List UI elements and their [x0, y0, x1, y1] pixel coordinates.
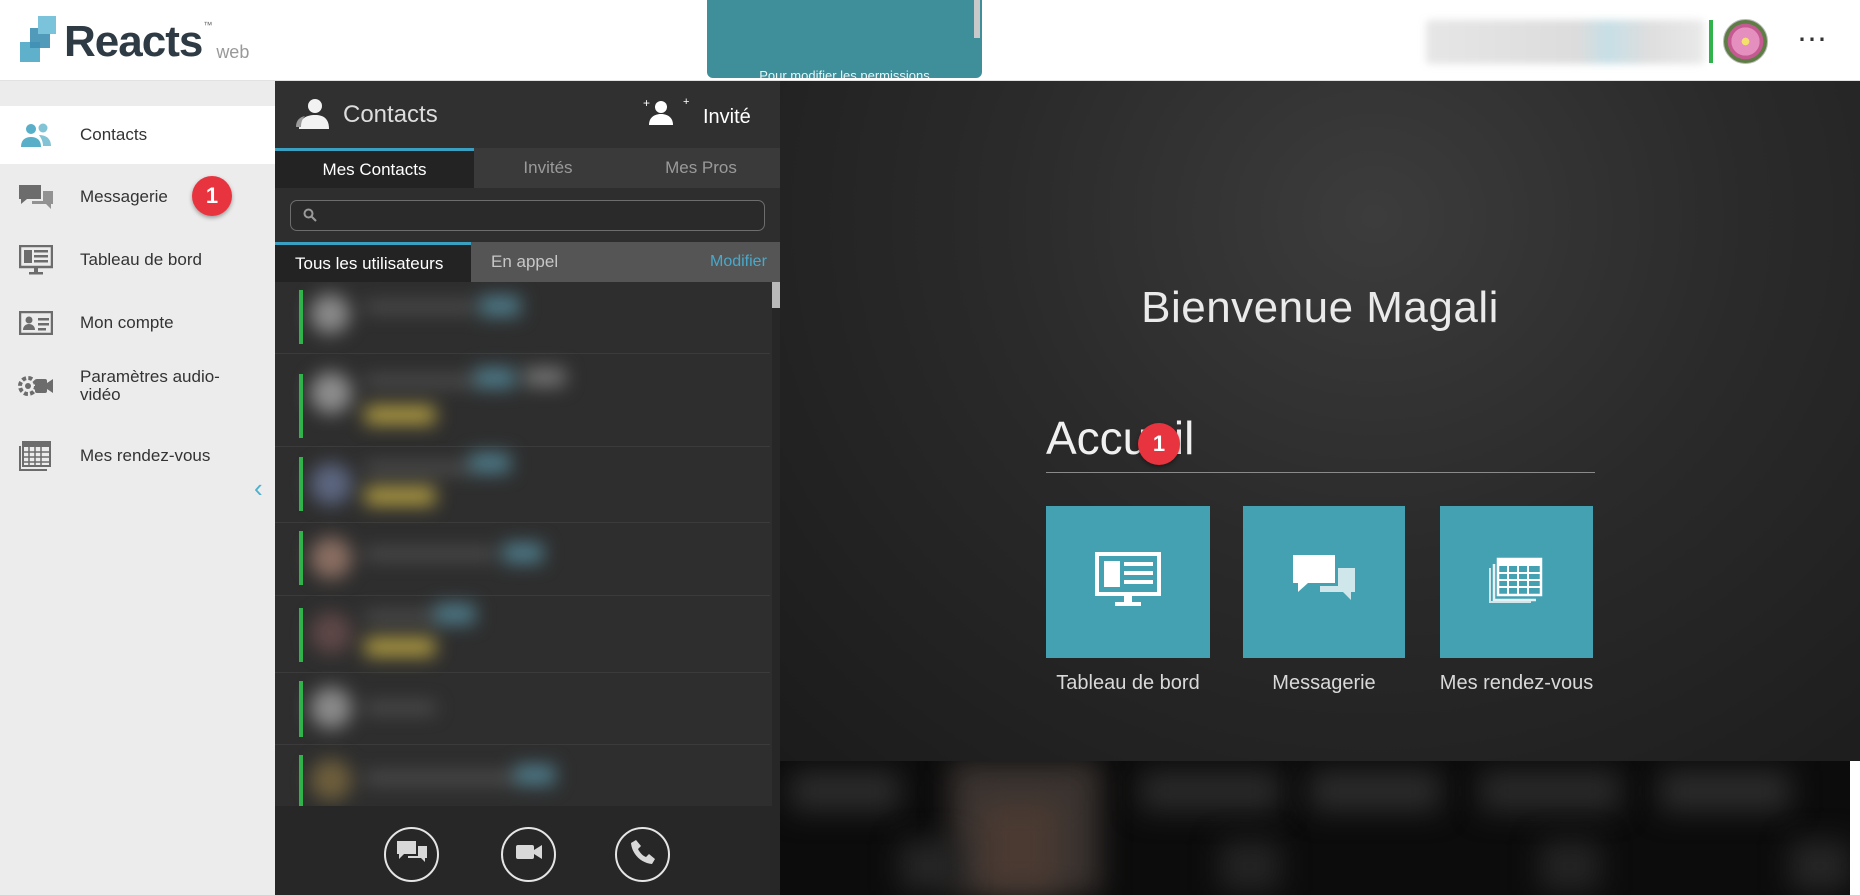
- tile-label: Tableau de bord: [1056, 672, 1200, 694]
- tab-invites[interactable]: Invités: [474, 148, 622, 188]
- chat-icon: [18, 182, 54, 212]
- sidebar-item-label: Contacts: [80, 125, 148, 144]
- avatar[interactable]: [1723, 19, 1768, 64]
- sidebar-item-messagerie[interactable]: Messagerie 1: [0, 168, 275, 226]
- add-person-icon: + +: [643, 96, 691, 132]
- blurred-contact: [275, 523, 770, 595]
- contacts-actions-bar: [275, 806, 780, 895]
- brand-trademark: ™: [203, 20, 213, 30]
- contact-filter-tabs: Tous les utilisateurs En appel Modifier: [275, 242, 780, 282]
- tab-mes-contacts[interactable]: Mes Contacts: [275, 148, 474, 188]
- video-call-button[interactable]: [501, 827, 556, 882]
- section-divider: [1046, 472, 1595, 473]
- chat-icon: [396, 840, 428, 869]
- tile-tableau-de-bord[interactable]: [1046, 506, 1210, 658]
- permissions-notice[interactable]: Pour modifier les permissions: [707, 0, 982, 78]
- tile-label: Messagerie: [1272, 672, 1376, 694]
- svg-text:+: +: [643, 97, 650, 110]
- user-name-blurred: [1426, 20, 1704, 64]
- blurred-contact: [275, 596, 770, 672]
- blurred-contact: [275, 745, 770, 806]
- scrollbar-thumb[interactable]: [772, 282, 780, 308]
- message-button[interactable]: [384, 827, 439, 882]
- phone-icon: [630, 839, 656, 870]
- list-item[interactable]: [275, 282, 770, 354]
- calendar-icon: [1488, 556, 1545, 609]
- unread-badge: 1: [192, 176, 232, 216]
- blurred-contact: [275, 354, 770, 446]
- contacts-panel: Contacts + + Invité Mes Contacts Invités …: [275, 81, 780, 895]
- brand-name: Reacts: [64, 17, 203, 66]
- presence-indicator: [1709, 20, 1713, 63]
- presence-indicator: [299, 290, 303, 344]
- chat-icon: [1292, 554, 1356, 611]
- brand-suffix: web: [216, 42, 250, 62]
- top-bar: Reacts ™ web Pour modifier les permissio…: [0, 0, 1860, 81]
- list-item[interactable]: [275, 523, 770, 596]
- search-input[interactable]: [327, 205, 757, 227]
- sidebar-item-contacts[interactable]: Contacts: [0, 106, 275, 164]
- unread-badge: 1: [1138, 423, 1180, 465]
- contacts-tabs: Mes Contacts Invités Mes Pros: [275, 148, 780, 188]
- presence-indicator: [299, 608, 303, 662]
- list-item[interactable]: [275, 596, 770, 673]
- presence-indicator: [299, 374, 303, 438]
- calendar-icon: [18, 441, 54, 471]
- collapse-sidebar-chevron-icon[interactable]: ‹: [254, 473, 263, 504]
- svg-text:+: +: [683, 97, 689, 108]
- tab-tous-les-utilisateurs[interactable]: Tous les utilisateurs: [275, 242, 471, 282]
- permissions-notice-text: Pour modifier les permissions: [759, 68, 930, 78]
- contact-list: [275, 282, 780, 806]
- sidebar-item-label: Mes rendez-vous: [80, 446, 211, 465]
- brand-logo[interactable]: Reacts ™ web: [18, 16, 249, 64]
- invite-label: Invité: [703, 106, 751, 128]
- reacts-logo-icon: [18, 16, 58, 64]
- tile-messagerie[interactable]: [1243, 506, 1405, 658]
- id-card-icon: [18, 308, 54, 338]
- list-item[interactable]: [275, 673, 770, 745]
- contacts-header: Contacts + + Invité: [275, 81, 780, 148]
- modify-link[interactable]: Modifier: [710, 253, 767, 271]
- video-camera-icon: [515, 842, 543, 867]
- contacts-icon: [18, 120, 54, 150]
- tab-en-appel[interactable]: En appel: [491, 242, 558, 282]
- sidebar-item-tableau-de-bord[interactable]: Tableau de bord: [0, 231, 275, 289]
- sidebar: Contacts Messagerie 1 Tableau de bord Mo…: [0, 81, 275, 895]
- sidebar-item-label: Paramètres audio-vidéo: [80, 367, 220, 404]
- blurred-contact: [275, 673, 770, 744]
- list-item[interactable]: [275, 354, 770, 447]
- sidebar-item-parametres-audio-video[interactable]: Paramètres audio-vidéo: [0, 357, 275, 415]
- presence-indicator: [299, 681, 303, 737]
- main-content: Bienvenue Magali Accueil Tableau de bord…: [780, 81, 1860, 761]
- dashboard-icon: [1095, 551, 1161, 613]
- welcome-heading: Bienvenue Magali: [1141, 283, 1499, 332]
- tile-label: Mes rendez-vous: [1439, 672, 1594, 694]
- presence-indicator: [299, 531, 303, 585]
- dashboard-icon: [18, 245, 54, 275]
- more-options-icon[interactable]: ⋯: [1797, 22, 1828, 57]
- app-window: Reacts ™ web Pour modifier les permissio…: [0, 0, 1860, 895]
- contact-list-scrollbar[interactable]: [772, 282, 780, 806]
- video-preview-strip: [780, 761, 1850, 895]
- audio-call-button[interactable]: [615, 827, 670, 882]
- sidebar-item-label: Tableau de bord: [80, 250, 202, 269]
- search-box: [290, 200, 765, 231]
- invite-button[interactable]: + + Invité: [643, 96, 751, 132]
- sidebar-item-mon-compte[interactable]: Mon compte: [0, 294, 275, 352]
- notice-scrollbar[interactable]: [974, 0, 980, 38]
- presence-indicator: [299, 755, 303, 806]
- list-item[interactable]: [275, 447, 770, 523]
- blurred-contact: [275, 282, 770, 353]
- blurred-contact: [275, 447, 770, 522]
- tile-mes-rendez-vous[interactable]: [1440, 506, 1593, 658]
- tab-mes-pros[interactable]: Mes Pros: [622, 148, 780, 188]
- contacts-title: Contacts: [343, 101, 438, 128]
- list-item[interactable]: [275, 745, 770, 806]
- presence-indicator: [299, 457, 303, 511]
- sidebar-item-label: Mon compte: [80, 313, 174, 332]
- search-icon: [303, 208, 317, 227]
- sidebar-item-mes-rendez-vous[interactable]: Mes rendez-vous: [0, 427, 275, 485]
- person-icon: [293, 97, 329, 136]
- av-settings-icon: [18, 371, 54, 401]
